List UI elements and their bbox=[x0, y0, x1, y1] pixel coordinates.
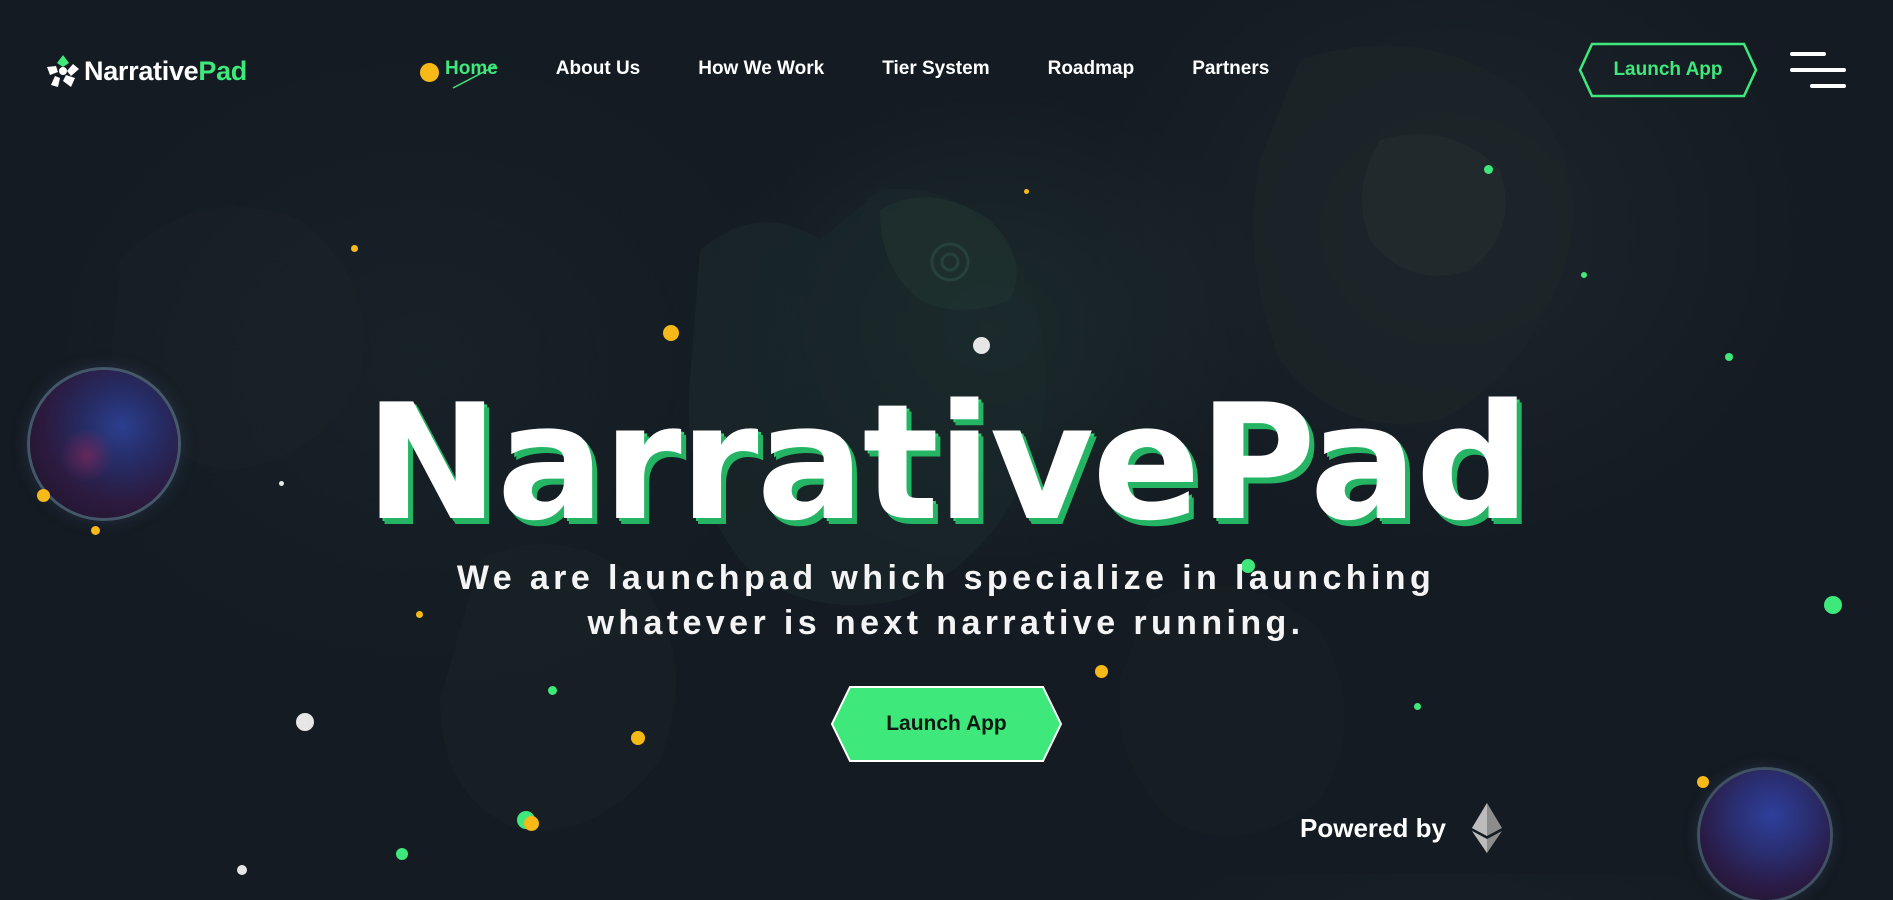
hero-title: NarrativePad bbox=[364, 369, 1530, 556]
particle bbox=[1697, 776, 1709, 788]
logo-text-part2: Pad bbox=[198, 55, 247, 86]
particle bbox=[548, 686, 557, 695]
nav-item-about-us[interactable]: About Us bbox=[556, 58, 640, 80]
menu-line bbox=[1790, 52, 1826, 56]
hero-subtitle: We are launchpad which specialize in lau… bbox=[346, 556, 1546, 646]
nav-item-how-we-work[interactable]: How We Work bbox=[698, 58, 824, 80]
hero-subtitle-line2: whatever is next narrative running. bbox=[587, 604, 1305, 642]
particle bbox=[1725, 353, 1733, 361]
particle bbox=[1581, 272, 1587, 278]
hero-launch-app-label: Launch App bbox=[886, 712, 1007, 735]
logo-text-part1: Narrative bbox=[84, 55, 199, 86]
logo-wordmark: NarrativePad bbox=[84, 56, 247, 87]
particle bbox=[296, 713, 314, 731]
particle bbox=[973, 337, 990, 354]
menu-line bbox=[1810, 84, 1846, 88]
particle bbox=[351, 245, 358, 252]
particle bbox=[1484, 165, 1493, 174]
planet-right bbox=[1700, 770, 1830, 900]
nav-item-tier-system[interactable]: Tier System bbox=[882, 58, 989, 80]
particle bbox=[396, 848, 408, 860]
main-nav: Home About Us How We Work Tier System Ro… bbox=[420, 52, 1327, 89]
nav-item-partners[interactable]: Partners bbox=[1192, 58, 1269, 80]
menu-line bbox=[1790, 68, 1846, 72]
particle bbox=[1824, 596, 1842, 614]
logo-icon bbox=[47, 55, 79, 87]
particle bbox=[631, 731, 645, 745]
hero-subtitle-line1: We are launchpad which specialize in lau… bbox=[456, 559, 1436, 597]
particle bbox=[1024, 189, 1029, 194]
header-launch-app-label: Launch App bbox=[1613, 59, 1723, 80]
powered-by: Powered by bbox=[1300, 803, 1504, 853]
ethereum-icon bbox=[1471, 803, 1502, 853]
particle bbox=[1095, 665, 1108, 678]
active-indicator-dot bbox=[420, 62, 439, 82]
header-launch-app-button[interactable]: Launch App bbox=[1578, 42, 1758, 98]
hamburger-menu-icon[interactable] bbox=[1788, 50, 1848, 90]
nav-item-roadmap[interactable]: Roadmap bbox=[1048, 58, 1135, 80]
particle bbox=[1414, 703, 1421, 710]
brand-logo[interactable]: NarrativePad bbox=[46, 51, 247, 91]
particle bbox=[524, 816, 539, 831]
active-strike-icon bbox=[452, 65, 496, 89]
nav-item-home[interactable]: Home bbox=[445, 58, 498, 89]
hero-launch-app-button[interactable]: Launch App bbox=[830, 685, 1063, 763]
powered-by-label: Powered by bbox=[1300, 812, 1446, 843]
particle bbox=[663, 325, 679, 341]
